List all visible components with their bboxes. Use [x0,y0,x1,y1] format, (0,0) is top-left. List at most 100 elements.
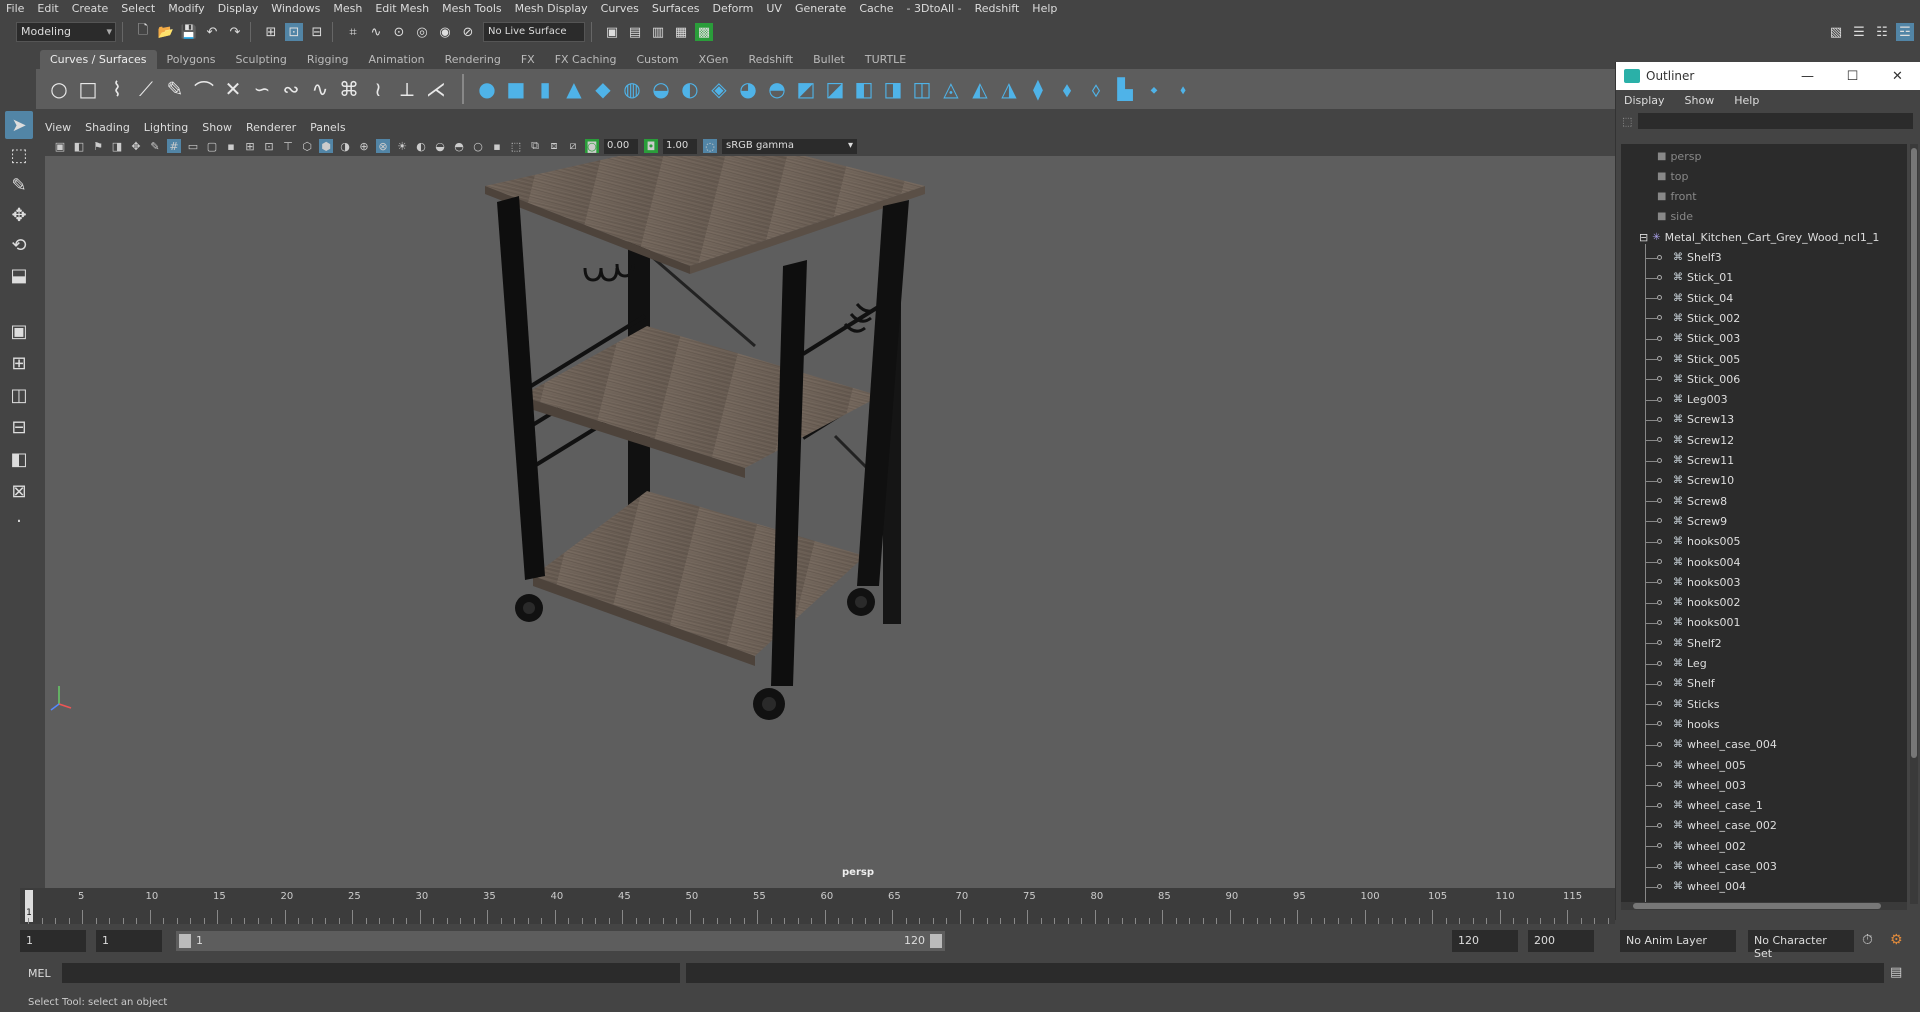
outliner-camera-item[interactable]: ■ persp [1621,146,1907,166]
range-start-handle[interactable] [179,934,191,948]
nurbs-plane-icon[interactable]: ◆ [590,76,616,102]
menu-item[interactable]: Generate [795,2,846,15]
use-all-lights-icon[interactable]: ☀ [395,139,409,153]
depth-of-field-icon[interactable]: ▪ [490,139,504,153]
outliner-item[interactable]: ⌘ hooks003 [1621,572,1907,592]
perspective-viewport[interactable]: persp [45,156,1615,888]
pencil-curve-icon[interactable]: ✎ [162,76,188,102]
rebuild-curve-icon[interactable]: ⌘ [336,76,362,102]
auto-key-icon[interactable]: ⏱ [1862,932,1873,948]
hypershade-layout-icon[interactable]: ◧ [5,445,33,473]
shelf-tab[interactable]: Rendering [435,50,511,69]
save-scene-icon[interactable]: 💾 [180,23,198,41]
snap-grid-icon[interactable]: ⌗ [344,23,362,41]
insert-isoparm-icon[interactable]: ⧫ [1025,76,1051,102]
shelf-tab[interactable]: Custom [627,50,689,69]
gate-mask-icon[interactable]: ▪ [224,139,238,153]
anim-layer-select[interactable]: No Anim Layer [1620,930,1736,952]
scroll-thumb[interactable] [1911,148,1917,758]
animation-prefs-icon[interactable]: ⚙ [1890,932,1903,948]
isolate-select-icon[interactable]: ⬚ [509,139,523,153]
menu-item[interactable]: Help [1032,2,1057,15]
grid-icon[interactable]: # [167,139,181,153]
toggle-channel-box-icon[interactable]: ☰ [1850,23,1868,41]
cv-curve-icon[interactable]: ⌇ [104,76,130,102]
exposure-field[interactable]: 0.00 [604,138,638,154]
command-input[interactable] [62,963,680,983]
outliner-item[interactable]: ⌘ Stick_01 [1621,268,1907,288]
open-close-surface-icon[interactable]: ▙ [1112,76,1138,102]
toggle-attribute-editor-icon[interactable]: ☷ [1873,23,1891,41]
menu-item[interactable]: Surfaces [652,2,700,15]
outliner-item[interactable]: ⌘ Stick_005 [1621,349,1907,369]
revolve-icon[interactable]: ◒ [648,76,674,102]
layout-dot-icon[interactable]: · [5,507,33,535]
playback-start-field[interactable]: 1 [96,930,162,952]
scale-tool-icon[interactable]: ⬓ [5,261,33,289]
xray-active-icon[interactable]: ⧈ [547,139,561,153]
smooth-shade-icon[interactable]: ⬢ [319,139,333,153]
hypershade-icon[interactable]: ▦ [672,23,690,41]
panel-menu-item[interactable]: View [45,121,71,134]
toggle-outliner-icon[interactable]: ☲ [1896,23,1914,41]
select-hierarchy-icon[interactable]: ⊞ [262,23,280,41]
outliner-item[interactable]: ⌘ Shelf3 [1621,248,1907,268]
field-chart-icon[interactable]: ⊞ [243,139,257,153]
render-frame-icon[interactable]: ▣ [603,23,621,41]
offset-curve-icon[interactable]: ≀ [365,76,391,102]
nurbs-cylinder-icon[interactable]: ▮ [532,76,558,102]
outliner-item[interactable]: ⌘ hooks005 [1621,532,1907,552]
film-gate-icon[interactable]: ▭ [186,139,200,153]
ep-curve-icon[interactable]: ⟋ [133,76,159,102]
outliner-search-input[interactable] [1638,113,1914,129]
menu-item[interactable]: Display [218,2,259,15]
maximize-icon[interactable]: ☐ [1830,69,1875,84]
outliner-item[interactable]: ⌘ hooks004 [1621,552,1907,572]
detach-surface-icon[interactable]: ⬨ [1083,76,1109,102]
arc-tool-icon[interactable]: ⌒ [191,76,217,103]
toggle-panel-icon[interactable]: ▩ [695,23,713,41]
panel-menu-item[interactable]: Panels [310,121,345,134]
outliner-item[interactable]: ⌘ Sticks [1621,694,1907,714]
menu-item[interactable]: Edit [37,2,58,15]
outliner-camera-item[interactable]: ■ top [1621,166,1907,186]
curve-intersect-icon[interactable]: ✕ [220,76,246,102]
shelf-tab[interactable]: FX [511,50,545,69]
outliner-item[interactable]: ⌘ wheel_005 [1621,755,1907,775]
shelf-tab[interactable]: Polygons [157,50,226,69]
shelf-tab[interactable]: Sculpting [225,50,296,69]
outliner-hscrollbar[interactable] [1621,902,1907,910]
default-material-icon[interactable]: ◑ [338,139,352,153]
outliner-item[interactable]: ⌘ Screw13 [1621,410,1907,430]
nurbs-sphere-icon[interactable]: ● [474,76,500,102]
menu-item[interactable]: File [6,2,24,15]
outliner-item[interactable]: ⌘ hooks [1621,714,1907,734]
filter-icon[interactable]: ⬚ [1622,115,1632,128]
menu-item[interactable]: Cache [859,2,893,15]
image-plane-icon[interactable]: ◨ [110,139,124,153]
script-editor-icon[interactable]: ▤ [1890,965,1902,980]
menu-item[interactable]: Create [72,2,109,15]
exposure-icon[interactable]: ◙ [585,139,599,153]
menu-item[interactable]: Edit Mesh [375,2,429,15]
snap-view-icon[interactable]: ◎ [413,23,431,41]
safe-action-icon[interactable]: ⊡ [262,139,276,153]
panel-menu-item[interactable]: Show [202,121,232,134]
start-time-field[interactable]: 1 [20,930,86,952]
select-tool-icon[interactable]: ➤ [5,111,33,139]
colorspace-select[interactable]: sRGB gamma ▾ [722,138,857,154]
planar-icon[interactable]: ◈ [706,76,732,102]
curve-align-icon[interactable]: ∿ [307,76,333,102]
birail-icon[interactable]: ◓ [764,76,790,102]
outliner-item[interactable]: ⌘ Screw10 [1621,471,1907,491]
outliner-item[interactable]: ⌘ Shelf2 [1621,633,1907,653]
outliner-item[interactable]: ⌘ Screw11 [1621,451,1907,471]
outliner-camera-item[interactable]: ■ front [1621,187,1907,207]
shelf-tab[interactable]: Curves / Surfaces [40,50,157,69]
xray-icon[interactable]: ⧉ [528,139,542,153]
shelf-tab[interactable]: Bullet [803,50,855,69]
single-perspective-layout-icon[interactable]: ▣ [5,317,33,345]
persp-outliner-layout-icon[interactable]: ◫ [5,381,33,409]
nurbs-square-icon[interactable]: □ [75,76,101,102]
shelf-tab[interactable]: XGen [689,50,739,69]
